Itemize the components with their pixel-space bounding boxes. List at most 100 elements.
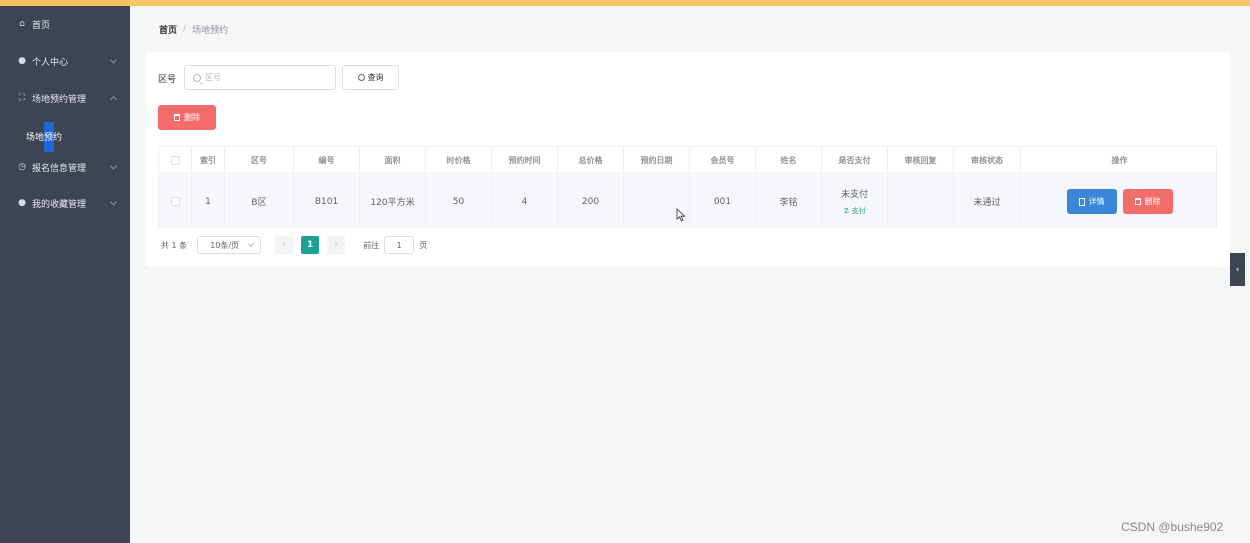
sidebar: ⌂ 首页 ● 个人中心 ⛶ 场地预约管理 场地预约 ◷ 报名信息管理 ● 我的收… (0, 6, 130, 543)
venue-icon: ⛶ (18, 93, 26, 103)
sidebar-item-label: 报名信息管理 (32, 163, 87, 174)
column-header: 操作 (1111, 155, 1128, 165)
favorite-icon: ● (18, 198, 26, 208)
pagination-total: 共 1 条 (161, 240, 188, 250)
column-header[interactable]: 总价格 (558, 147, 624, 173)
cell-hour-price: 50 (426, 175, 492, 228)
watermark: CSDN @bushe902 (1121, 520, 1224, 534)
row-checkbox[interactable] (170, 197, 180, 206)
cell-zone: B区 (225, 175, 294, 228)
breadcrumb-separator: / (183, 24, 187, 34)
trash-icon (174, 114, 180, 121)
column-header[interactable]: 时价格 (426, 147, 492, 173)
cell-reply (888, 175, 954, 228)
row-delete-label: 删除 (1144, 197, 1161, 206)
page-number-active[interactable]: 1 (301, 236, 320, 254)
goto-suffix: 页 (419, 240, 428, 250)
sidebar-item-venue-booking-management[interactable]: ⛶ 场地预约管理 (0, 86, 130, 110)
column-header[interactable]: 预约时间 (492, 147, 558, 173)
detail-button-label: 详情 (1088, 197, 1105, 206)
cell-status: 未通过 (954, 175, 1021, 228)
row-select-cell (159, 175, 192, 228)
main-panel: 区号 查询 删除 索引 区号 编号 面积 时价格 预约时间 总价格 预约日期 会… (146, 52, 1230, 267)
info-icon: ◷ (18, 162, 26, 172)
row-delete-button[interactable]: 删除 (1122, 189, 1173, 214)
sidebar-item-registration-management[interactable]: ◷ 报名信息管理 (0, 155, 130, 179)
breadcrumb: 首页 / 场地预约 (159, 23, 229, 36)
chevron-right-icon: › (334, 240, 338, 250)
column-header[interactable]: 会员号 (690, 147, 756, 173)
query-button[interactable]: 查询 (342, 65, 399, 90)
sidebar-subitem-label: 场地预约 (26, 132, 63, 143)
chevron-down-icon (109, 198, 118, 206)
paid-status: 未支付 (840, 190, 868, 200)
goto-prefix: 前往 (363, 240, 380, 250)
column-header[interactable]: 是否支付 (822, 147, 888, 173)
cell-member-no: 001 (690, 175, 756, 228)
trash-icon (1134, 198, 1141, 205)
sidebar-item-label: 我的收藏管理 (32, 199, 87, 210)
column-header[interactable]: 姓名 (756, 147, 822, 173)
cell-total-price: 200 (558, 175, 624, 228)
goto-page-input[interactable]: 1 (384, 236, 415, 254)
column-header[interactable]: 审核回复 (888, 147, 954, 173)
chevron-left-icon: ‹ (1235, 264, 1240, 275)
chevron-down-icon (109, 162, 118, 170)
select-all-cell (159, 147, 192, 173)
cell-book-time: 4 (492, 175, 558, 228)
column-header[interactable]: 审核状态 (954, 147, 1021, 173)
column-header[interactable]: 区号 (225, 147, 294, 173)
sidebar-item-favorites-management[interactable]: ● 我的收藏管理 (0, 191, 130, 215)
sidebar-item-label: 首页 (32, 20, 51, 31)
collapse-panel-toggle[interactable]: ‹ (1230, 253, 1245, 286)
pay-link-label: 支付 (851, 207, 866, 215)
page-jumper: 前往 1 页 (363, 236, 427, 254)
cell-code: B101 (294, 175, 360, 228)
home-icon: ⌂ (19, 19, 25, 29)
chevron-up-icon (109, 95, 118, 104)
user-icon: ● (18, 56, 26, 66)
column-header[interactable]: 预约日期 (624, 147, 690, 173)
detail-button[interactable]: 详情 (1066, 189, 1117, 214)
cell-area: 120平方米 (360, 175, 426, 228)
top-accent-bar (0, 0, 1250, 6)
bulk-delete-label: 删除 (184, 113, 200, 122)
cell-name: 李铭 (756, 175, 822, 228)
page-size-select[interactable]: 10条/页 (197, 236, 262, 254)
column-header[interactable]: 面积 (360, 147, 426, 173)
document-icon (1078, 197, 1085, 206)
select-all-checkbox[interactable] (170, 155, 180, 165)
chevron-down-icon (109, 56, 118, 64)
bulk-delete-button[interactable]: 删除 (158, 105, 216, 130)
pay-icon: ☡ (843, 207, 850, 215)
pay-link[interactable]: ☡ 支付 (843, 206, 866, 216)
sidebar-subitem-venue-booking[interactable]: 场地预约 (0, 122, 130, 152)
mouse-pointer-icon (676, 208, 686, 222)
sidebar-item-label: 个人中心 (32, 57, 69, 68)
next-page-button[interactable]: › (327, 236, 346, 254)
chevron-left-icon: ‹ (282, 240, 286, 250)
search-input[interactable] (205, 73, 325, 82)
column-header[interactable]: 索引 (192, 147, 225, 173)
table-header: 索引 区号 编号 面积 时价格 预约时间 总价格 预约日期 会员号 姓名 是否支… (159, 147, 1216, 174)
cell-actions: 详情 删除 (1021, 175, 1218, 228)
cell-index: 1 (192, 175, 225, 228)
sidebar-item-profile[interactable]: ● 个人中心 (0, 49, 130, 73)
search-icon (357, 74, 365, 81)
search-label: 区号 (158, 75, 177, 85)
search-input-box[interactable] (184, 65, 336, 90)
breadcrumb-current: 场地预约 (192, 25, 229, 36)
breadcrumb-home[interactable]: 首页 (159, 23, 177, 36)
query-button-label: 查询 (367, 73, 384, 82)
pagination: 共 1 条 10条/页 ‹ 1 › 前往 1 页 (161, 236, 427, 254)
booking-table: 索引 区号 编号 面积 时价格 预约时间 总价格 预约日期 会员号 姓名 是否支… (158, 146, 1217, 228)
search-icon (193, 73, 201, 82)
sidebar-item-label: 场地预约管理 (32, 94, 87, 105)
cell-paid: 未支付 ☡ 支付 (822, 175, 888, 228)
column-header[interactable]: 编号 (294, 147, 360, 173)
chevron-down-icon (248, 241, 255, 247)
sidebar-item-home[interactable]: ⌂ 首页 (0, 12, 130, 36)
table-row: 1 B区 B101 120平方米 50 4 200 001 李铭 未支付 ☡ 支… (159, 175, 1216, 228)
prev-page-button[interactable]: ‹ (275, 236, 294, 254)
page-size-value: 10条/页 (210, 240, 240, 250)
